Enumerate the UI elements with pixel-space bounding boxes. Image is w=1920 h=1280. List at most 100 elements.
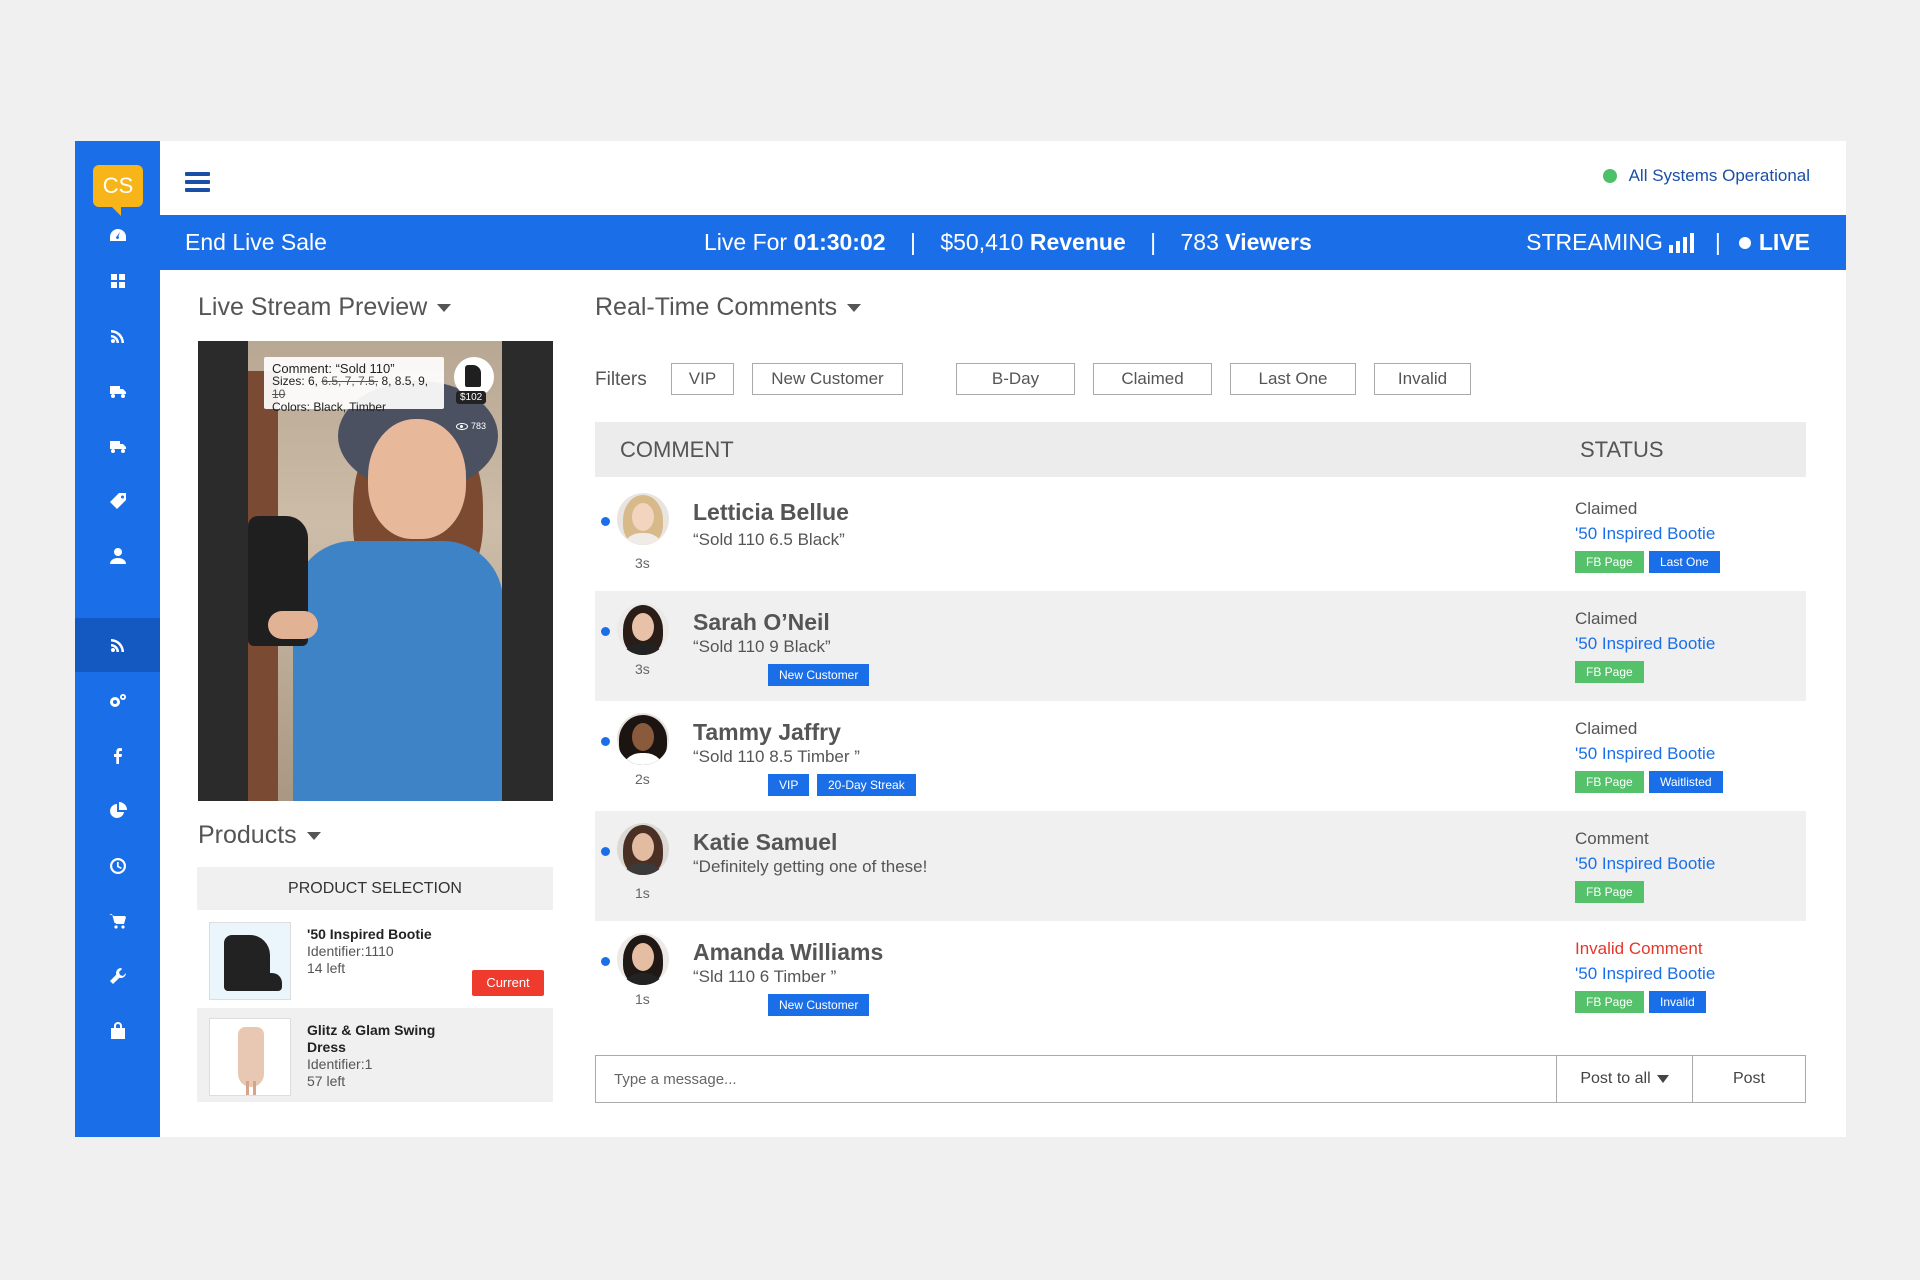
commenter-name[interactable]: Amanda Williams	[693, 939, 883, 966]
viewers-label: Viewers	[1225, 229, 1312, 255]
sidebar-item-live[interactable]	[75, 618, 160, 672]
filter-vip[interactable]: VIP	[671, 363, 734, 395]
status-product-link[interactable]: '50 Inspired Bootie	[1575, 744, 1715, 764]
bag-icon	[110, 1022, 125, 1039]
filter-invalid[interactable]: Invalid	[1374, 363, 1471, 395]
caret-down-icon	[1656, 1075, 1669, 1083]
revenue-value: $50,410	[940, 229, 1024, 255]
commenter-name[interactable]: Tammy Jaffry	[693, 719, 841, 746]
sidebar-item-facebook[interactable]	[75, 729, 160, 783]
sidebar-item-settings[interactable]	[75, 674, 160, 728]
clock-icon	[109, 858, 126, 874]
sidebar-item-grid[interactable]	[75, 254, 160, 308]
products-dropdown[interactable]: Products	[198, 821, 321, 850]
eye-icon	[456, 422, 468, 430]
sidebar-item-store[interactable]	[75, 1004, 160, 1058]
message-composer: Post to all Post	[595, 1055, 1806, 1103]
comment-row[interactable]: 1s Katie Samuel “Definitely getting one …	[595, 811, 1806, 921]
sidebar-item-shipping[interactable]	[75, 364, 160, 418]
avatar	[617, 603, 669, 655]
comment-time: 3s	[635, 555, 650, 571]
price-badge: $102	[456, 391, 487, 404]
rss-icon	[110, 330, 124, 343]
comment-text: “Definitely getting one of these!	[693, 857, 928, 876]
live-preview-title: Live Stream Preview	[198, 293, 428, 321]
product-item[interactable]: '50 Inspired Bootie Identifier:1110 14 l…	[197, 912, 553, 1006]
unread-dot-icon	[601, 517, 610, 526]
status-product-link[interactable]: '50 Inspired Bootie	[1575, 964, 1715, 984]
comment-time: 1s	[635, 885, 650, 901]
tag-fb-page: FB Page	[1575, 661, 1644, 683]
tag-waitlisted: Waitlisted	[1649, 771, 1723, 793]
live-stream-video[interactable]: Comment: “Sold 110” Sizes: 6, 6.5, 7, 7.…	[198, 341, 553, 801]
avatar	[617, 493, 669, 545]
status-product-link[interactable]: '50 Inspired Bootie	[1575, 634, 1715, 654]
live-for-label: Live For	[704, 229, 788, 255]
status-label: Claimed	[1575, 499, 1638, 518]
live-stats: Live For 01:30:02 | $50,410 Revenue | 78…	[704, 229, 1312, 256]
tag-20-day-streak: 20-Day Streak	[817, 774, 916, 796]
sidebar-item-customers[interactable]	[75, 529, 160, 583]
commenter-name[interactable]: Sarah O’Neil	[693, 609, 830, 636]
logo[interactable]: CS	[93, 165, 143, 216]
sidebar-item-cart[interactable]	[75, 894, 160, 948]
comment-row[interactable]: 3s Sarah O’Neil “Sold 110 9 Black” New C…	[595, 591, 1806, 701]
dashboard-icon	[109, 229, 126, 241]
comments-dropdown[interactable]: Real-Time Comments	[595, 293, 862, 322]
caret-down-icon	[847, 303, 862, 312]
filter-claimed[interactable]: Claimed	[1093, 363, 1212, 395]
user-icon	[109, 548, 126, 564]
streaming-label: STREAMING	[1526, 229, 1663, 255]
comment-time: 1s	[635, 991, 650, 1007]
column-comment: COMMENT	[620, 437, 734, 462]
status-product-link[interactable]: '50 Inspired Bootie	[1575, 524, 1715, 544]
product-image	[209, 922, 291, 1000]
filter-last-one[interactable]: Last One	[1230, 363, 1356, 395]
tag-invalid: Invalid	[1649, 991, 1706, 1013]
column-status: STATUS	[1580, 437, 1664, 462]
sidebar: CS	[75, 141, 160, 1137]
status-label: Claimed	[1575, 719, 1638, 738]
live-bar: End Live Sale Live For 01:30:02 | $50,41…	[160, 215, 1846, 270]
sidebar-item-delivery[interactable]	[75, 419, 160, 473]
avatar	[617, 713, 669, 765]
caret-down-icon	[306, 831, 321, 840]
product-item[interactable]: Glitz & Glam Swing Dress Identifier:1 57…	[197, 1008, 553, 1102]
commenter-name[interactable]: Letticia Bellue	[693, 499, 849, 526]
sidebar-item-tools[interactable]	[75, 949, 160, 1003]
current-badge[interactable]: Current	[472, 970, 544, 996]
unread-dot-icon	[601, 627, 610, 636]
message-input[interactable]	[596, 1056, 1556, 1102]
status-label: Invalid Comment	[1575, 939, 1703, 958]
gears-icon	[109, 694, 126, 707]
unread-dot-icon	[601, 847, 610, 856]
comment-row[interactable]: 2s Tammy Jaffry “Sold 110 8.5 Timber ” V…	[595, 701, 1806, 811]
tag-fb-page: FB Page	[1575, 771, 1644, 793]
menu-icon[interactable]	[185, 172, 210, 192]
sidebar-item-history[interactable]	[75, 839, 160, 893]
product-name: '50 Inspired Bootie	[307, 926, 432, 942]
facebook-icon	[113, 748, 122, 764]
end-live-sale-button[interactable]: End Live Sale	[185, 229, 327, 256]
commenter-name[interactable]: Katie Samuel	[693, 829, 837, 856]
comment-text: “Sold 110 6.5 Black”	[693, 530, 845, 549]
post-to-label: Post to all	[1580, 1070, 1651, 1087]
sidebar-item-tags[interactable]	[75, 474, 160, 528]
status-product-link[interactable]: '50 Inspired Bootie	[1575, 854, 1715, 874]
tag-fb-page: FB Page	[1575, 991, 1644, 1013]
comment-row[interactable]: 3s Letticia Bellue “Sold 110 6.5 Black” …	[595, 481, 1806, 591]
top-bar: All Systems Operational	[160, 141, 1846, 215]
filters-label: Filters	[595, 369, 647, 390]
sidebar-item-reports[interactable]	[75, 784, 160, 838]
post-to-dropdown[interactable]: Post to all	[1556, 1056, 1692, 1102]
filter-new-customer[interactable]: New Customer	[752, 363, 903, 395]
tag-icon	[109, 493, 126, 509]
unread-dot-icon	[601, 957, 610, 966]
sidebar-item-feed[interactable]	[75, 309, 160, 363]
product-name: Glitz & Glam Swing Dress	[307, 1022, 436, 1055]
wrench-icon	[109, 968, 126, 984]
live-preview-dropdown[interactable]: Live Stream Preview	[198, 293, 452, 322]
filter-bday[interactable]: B-Day	[956, 363, 1075, 395]
post-button[interactable]: Post	[1692, 1056, 1805, 1102]
comment-row[interactable]: 1s Amanda Williams “Sld 110 6 Timber ” N…	[595, 921, 1806, 1031]
